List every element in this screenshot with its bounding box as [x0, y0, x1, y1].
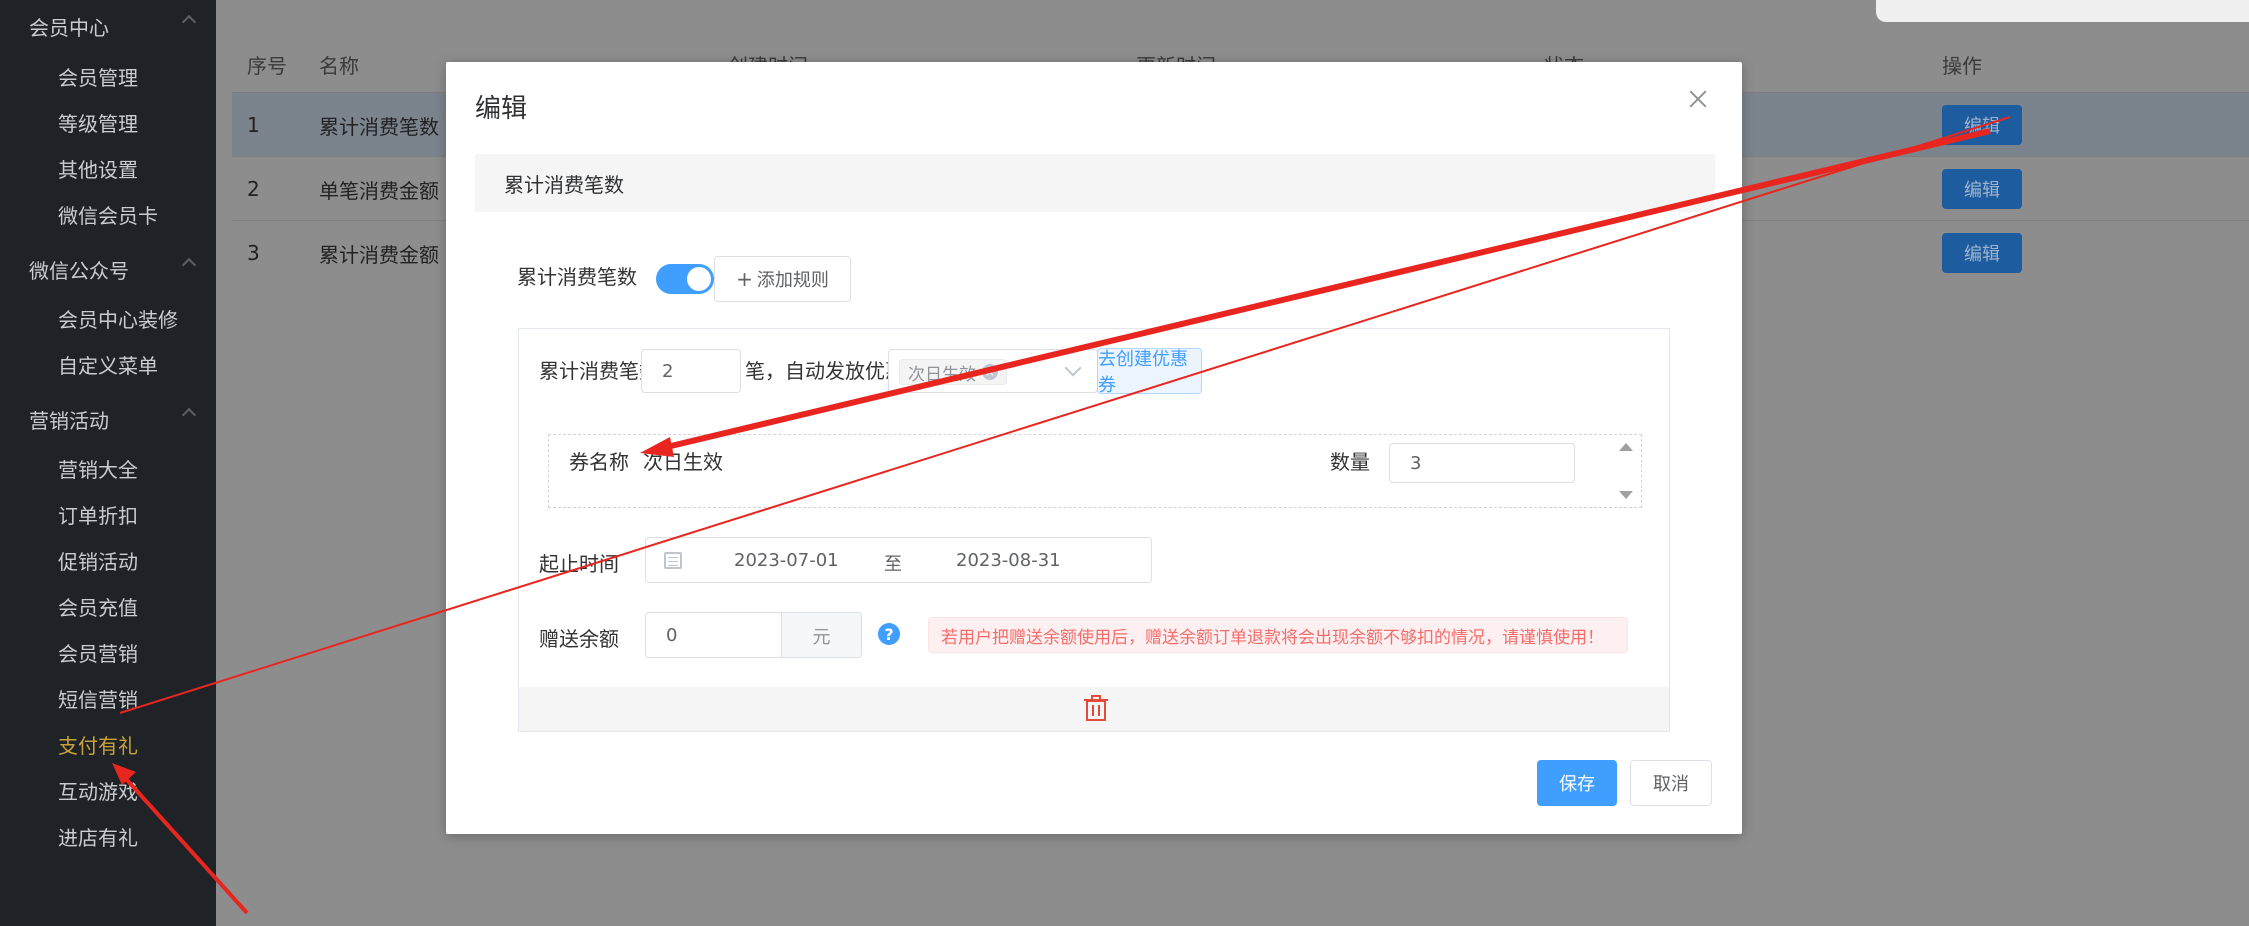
edit-button[interactable]: 编辑 — [1942, 169, 2022, 209]
scroll-up-icon[interactable] — [1619, 443, 1633, 451]
close-icon[interactable]: × — [982, 364, 998, 380]
date-range-label: 起止时间 — [539, 552, 619, 576]
coupon-select[interactable]: 次日生效 × — [888, 349, 1098, 393]
close-icon[interactable] — [1686, 88, 1710, 112]
dialog-title: 编辑 — [475, 94, 528, 124]
calendar-icon — [664, 552, 682, 569]
quantity-input[interactable]: 3 — [1389, 443, 1575, 483]
save-button[interactable]: 保存 — [1537, 760, 1617, 806]
sidebar-item-interactive-game[interactable]: 互动游戏 — [0, 767, 216, 813]
sidebar-item-member-center-decoration[interactable]: 会员中心装修 — [0, 295, 216, 341]
sidebar-group-marketing[interactable]: 营销活动 — [0, 396, 216, 442]
row-name: 累计消费笔数 — [319, 114, 439, 139]
chevron-up-icon — [181, 14, 197, 30]
sidebar-item-store-visit-gift[interactable]: 进店有礼 — [0, 813, 216, 859]
column-header-no: 序号 — [247, 53, 287, 78]
sidebar-item-other-settings[interactable]: 其他设置 — [0, 145, 216, 191]
edit-dialog: 编辑 累计消费笔数 累计消费笔数 + 添加规则 累计消费笔数满 2 笔，自动发放… — [446, 62, 1742, 834]
scroll-down-icon[interactable] — [1619, 491, 1633, 499]
sidebar-item-payment-gift[interactable]: 支付有礼 — [0, 721, 216, 767]
column-header-name: 名称 — [319, 53, 359, 78]
plus-icon: + — [736, 267, 753, 291]
sidebar-group-label: 会员中心 — [29, 15, 109, 40]
sidebar-item-custom-menu[interactable]: 自定义菜单 — [0, 341, 216, 387]
quantity-label: 数量 — [1330, 450, 1370, 474]
trash-icon[interactable] — [1084, 695, 1108, 721]
threshold-input[interactable]: 2 — [641, 349, 741, 393]
chevron-down-icon — [1064, 359, 1082, 377]
row-no: 3 — [247, 241, 260, 265]
date-end[interactable]: 2023-08-31 — [956, 550, 1061, 571]
coupon-name-label: 券名称 — [569, 450, 629, 474]
sidebar-item-promotion[interactable]: 促销活动 — [0, 537, 216, 583]
date-start[interactable]: 2023-07-01 — [734, 550, 839, 571]
rule-toggle[interactable] — [656, 264, 714, 294]
row-name: 累计消费金额 — [319, 242, 439, 267]
cancel-button[interactable]: 取消 — [1630, 760, 1712, 806]
date-range-picker[interactable]: 2023-07-01 至 2023-08-31 — [645, 537, 1152, 583]
sidebar-item-order-discount[interactable]: 订单折扣 — [0, 491, 216, 537]
edit-button[interactable]: 编辑 — [1942, 105, 2022, 145]
sidebar-item-wechat-card[interactable]: 微信会员卡 — [0, 191, 216, 237]
sidebar-item-member-recharge[interactable]: 会员充值 — [0, 583, 216, 629]
rule-card: 累计消费笔数满 2 笔，自动发放优惠券 次日生效 × 去创建优惠券 券名称 次日… — [518, 328, 1670, 732]
gift-balance-label: 赠送余额 — [539, 627, 619, 651]
coupon-list: 券名称 次日生效 数量 3 — [548, 434, 1642, 508]
sidebar-item-marketing-all[interactable]: 营销大全 — [0, 445, 216, 491]
chevron-up-icon — [181, 407, 197, 423]
sidebar-item-level-management[interactable]: 等级管理 — [0, 99, 216, 145]
section-header: 累计消费笔数 — [475, 154, 1715, 212]
currency-unit: 元 — [781, 613, 861, 657]
coupon-tag: 次日生效 × — [899, 359, 1007, 385]
gift-balance-field: 0 元 — [645, 612, 862, 658]
top-right-panel — [1876, 0, 2249, 22]
sidebar-group-member-center[interactable]: 会员中心 — [0, 3, 216, 49]
edit-button[interactable]: 编辑 — [1942, 233, 2022, 273]
sidebar: 会员中心 会员管理 等级管理 其他设置 微信会员卡 微信公众号 会员中心装修 自… — [0, 0, 216, 926]
coupon-name-value: 次日生效 — [643, 450, 723, 474]
help-icon[interactable]: ? — [878, 623, 900, 645]
create-coupon-button[interactable]: 去创建优惠券 — [1097, 348, 1202, 396]
row-no: 2 — [247, 177, 260, 201]
sidebar-item-member-management[interactable]: 会员管理 — [0, 53, 216, 99]
sidebar-group-label: 微信公众号 — [29, 258, 129, 283]
chevron-up-icon — [181, 257, 197, 273]
row-name: 单笔消费金额 — [319, 178, 439, 203]
row-no: 1 — [247, 113, 260, 137]
add-rule-button[interactable]: + 添加规则 — [714, 256, 851, 302]
sidebar-group-label: 营销活动 — [29, 408, 109, 433]
sidebar-group-wechat-official[interactable]: 微信公众号 — [0, 246, 216, 292]
rule-switch-label: 累计消费笔数 — [517, 265, 637, 289]
column-header-action: 操作 — [1942, 53, 1982, 78]
date-separator: 至 — [884, 554, 902, 575]
rule-card-footer — [519, 687, 1669, 731]
add-rule-label: 添加规则 — [756, 270, 829, 291]
coupon-tag-label: 次日生效 — [908, 364, 976, 385]
sidebar-item-member-marketing[interactable]: 会员营销 — [0, 629, 216, 675]
warning-alert: 若用户把赠送余额使用后，赠送余额订单退款将会出现余额不够扣的情况，请谨慎使用！ — [928, 617, 1628, 653]
sidebar-item-sms-marketing[interactable]: 短信营销 — [0, 675, 216, 721]
gift-balance-input[interactable]: 0 — [666, 625, 677, 646]
